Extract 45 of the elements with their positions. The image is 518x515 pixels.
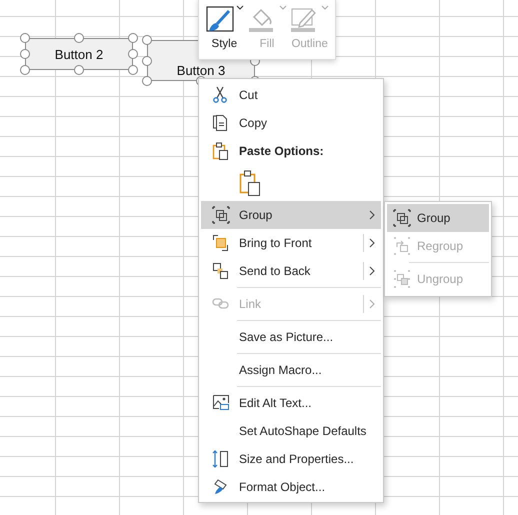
resize-handle[interactable] bbox=[128, 65, 138, 75]
scissors-icon bbox=[212, 86, 230, 104]
menu-item[interactable]: Group bbox=[387, 204, 489, 232]
resize-handle[interactable] bbox=[128, 33, 138, 43]
caret-icon bbox=[278, 5, 286, 11]
caret-icon bbox=[236, 5, 244, 11]
section-heading: Paste Options: bbox=[238, 144, 324, 158]
menu-item[interactable]: Size and Properties... bbox=[201, 445, 381, 473]
menu-item[interactable]: Bring to Front bbox=[201, 229, 381, 257]
menu-item[interactable]: Send to Back bbox=[201, 257, 381, 285]
chevron-right-icon bbox=[369, 266, 376, 276]
menu-item[interactable]: Edit Alt Text... bbox=[201, 389, 381, 417]
bring-front-icon bbox=[212, 234, 230, 252]
resize-handle[interactable] bbox=[128, 49, 138, 59]
menu-item[interactable]: Cut bbox=[201, 81, 381, 109]
copy-icon bbox=[212, 114, 230, 132]
group-icon bbox=[393, 209, 411, 227]
form-button[interactable]: Button 2 bbox=[25, 38, 133, 70]
menu-item[interactable]: Format Object... bbox=[201, 473, 381, 501]
chevron-right-icon bbox=[368, 210, 376, 220]
resize-handle[interactable] bbox=[74, 65, 84, 75]
brush-icon bbox=[204, 5, 235, 33]
size-icon bbox=[212, 450, 230, 468]
image-icon bbox=[212, 394, 230, 412]
regroup-icon bbox=[393, 237, 411, 255]
group-icon bbox=[212, 206, 230, 224]
chevron-right-icon bbox=[369, 299, 376, 309]
resize-handle[interactable] bbox=[74, 33, 84, 43]
clipboard-icon bbox=[212, 142, 230, 160]
resize-handle[interactable] bbox=[20, 33, 30, 43]
resize-handle[interactable] bbox=[142, 35, 152, 45]
chevron-right-icon bbox=[369, 238, 376, 248]
resize-handle[interactable] bbox=[142, 76, 152, 86]
send-back-icon bbox=[212, 262, 230, 280]
caret-icon bbox=[321, 5, 330, 11]
menu-item[interactable]: Group bbox=[201, 201, 381, 229]
resize-handle[interactable] bbox=[20, 65, 30, 75]
clipboard-icon bbox=[239, 170, 261, 196]
menu-item[interactable]: Copy bbox=[201, 109, 381, 137]
menu-item[interactable]: Set AutoShape Defaults bbox=[201, 417, 381, 445]
resize-handle[interactable] bbox=[20, 49, 30, 59]
menu-item[interactable]: Save as Picture... bbox=[201, 323, 381, 351]
paste-button[interactable] bbox=[237, 168, 263, 198]
menu-item[interactable]: Assign Macro... bbox=[201, 356, 381, 384]
ungroup-icon bbox=[393, 270, 411, 288]
